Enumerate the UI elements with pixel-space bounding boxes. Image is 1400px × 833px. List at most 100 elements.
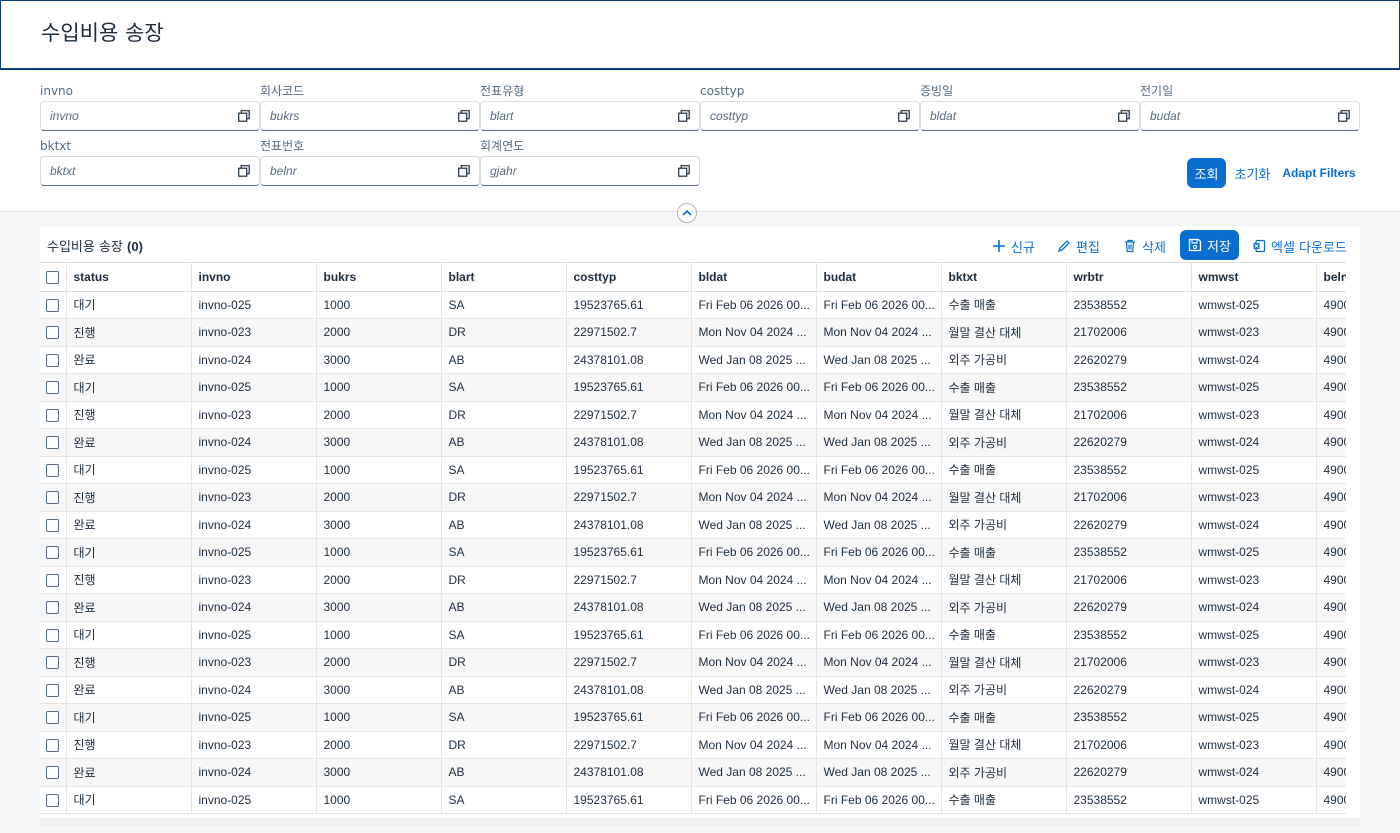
bktxt-input[interactable] <box>41 157 231 185</box>
reset-button[interactable]: 초기화 <box>1230 158 1275 188</box>
edit-button[interactable]: 편집 <box>1057 232 1100 260</box>
cell-budat: Mon Nov 04 2024 ... <box>816 401 942 429</box>
table-row[interactable]: 완료 invno-024 3000 AB 24378101.08 Wed Jan 08 2… <box>40 346 1346 374</box>
bukrs-input[interactable] <box>261 102 451 130</box>
row-checkbox[interactable] <box>46 298 60 312</box>
cell-blart: DR <box>441 566 567 594</box>
column-header-bukrs[interactable]: bukrs <box>316 263 442 292</box>
invno-input[interactable] <box>41 102 231 130</box>
row-select-cell <box>40 401 67 429</box>
adapt-filters-button[interactable]: Adapt Filters <box>1280 158 1358 188</box>
horizontal-scrollbar[interactable] <box>40 818 1360 826</box>
excel-download-button[interactable]: 엑셀 다운로드 <box>1252 232 1347 260</box>
table-row[interactable]: 완료 invno-024 3000 AB 24378101.08 Wed Jan 08 2… <box>40 428 1346 457</box>
column-header-blart[interactable]: blart <box>441 263 567 292</box>
column-header-bktxt[interactable]: bktxt <box>941 263 1067 292</box>
column-header-invno[interactable]: invno <box>191 263 317 292</box>
table-row[interactable]: 대기 invno-025 1000 SA 19523765.61 Fri Feb 06 2… <box>40 291 1346 319</box>
cell-beln: 4900 <box>1316 511 1346 539</box>
value-help-icon[interactable] <box>238 110 250 122</box>
table-row[interactable]: 대기 invno-025 1000 SA 19523765.61 Fri Feb 06 2… <box>40 703 1346 732</box>
row-checkbox[interactable] <box>46 793 60 807</box>
row-checkbox[interactable] <box>46 628 60 642</box>
row-checkbox[interactable] <box>46 738 60 752</box>
column-header-beln[interactable]: beln <box>1316 263 1346 292</box>
cell-budat: Fri Feb 06 2026 00... <box>816 538 942 567</box>
row-checkbox[interactable] <box>46 601 60 615</box>
row-checkbox[interactable] <box>46 491 60 505</box>
row-checkbox[interactable] <box>46 436 60 450</box>
costtyp-input[interactable] <box>701 102 891 130</box>
row-checkbox[interactable] <box>46 766 60 780</box>
filter-belnr: 전표번호 <box>260 137 480 186</box>
column-header-budat[interactable]: budat <box>816 263 942 292</box>
cell-bktxt: 외주 가공비 <box>941 758 1067 787</box>
table-row[interactable]: 대기 invno-025 1000 SA 19523765.61 Fri Feb 06 2… <box>40 456 1346 484</box>
row-checkbox[interactable] <box>46 518 60 532</box>
new-button[interactable]: 신규 <box>992 232 1035 260</box>
cell-blart: SA <box>441 621 567 649</box>
value-help-icon[interactable] <box>458 165 470 177</box>
table-row[interactable]: 완료 invno-024 3000 AB 24378101.08 Wed Jan 08 2… <box>40 676 1346 704</box>
cell-costtyp: 19523765.61 <box>566 373 692 402</box>
row-checkbox[interactable] <box>46 408 60 422</box>
row-checkbox[interactable] <box>46 683 60 697</box>
save-button[interactable]: 저장 <box>1180 230 1239 260</box>
value-help-icon[interactable] <box>1338 110 1350 122</box>
value-help-icon[interactable] <box>1118 110 1130 122</box>
cell-wmwst: wmwst-025 <box>1191 373 1317 402</box>
cell-beln: 4900 <box>1316 758 1346 787</box>
table-row[interactable]: 완료 invno-024 3000 AB 24378101.08 Wed Jan 08 2… <box>40 758 1346 787</box>
select-all-checkbox[interactable] <box>46 270 60 284</box>
table-row[interactable]: 완료 invno-024 3000 AB 24378101.08 Wed Jan 08 2… <box>40 593 1346 622</box>
column-header-wmwst[interactable]: wmwst <box>1191 263 1317 292</box>
cell-beln: 4900 <box>1316 621 1346 649</box>
belnr-input[interactable] <box>261 157 451 185</box>
row-checkbox[interactable] <box>46 381 60 395</box>
delete-button[interactable]: 삭제 <box>1123 232 1166 260</box>
table-row[interactable]: 대기 invno-025 1000 SA 19523765.61 Fri Feb 06 2… <box>40 786 1346 814</box>
column-header-status[interactable]: status <box>66 263 192 292</box>
cell-blart: AB <box>441 758 567 787</box>
row-checkbox[interactable] <box>46 326 60 340</box>
gjahr-input[interactable] <box>481 157 671 185</box>
column-header-wrbtr[interactable]: wrbtr <box>1066 263 1192 292</box>
row-checkbox[interactable] <box>46 463 60 477</box>
column-header-costtyp[interactable]: costtyp <box>566 263 692 292</box>
table-row[interactable]: 진행 invno-023 2000 DR 22971502.7 Mon Nov 04 20… <box>40 566 1346 594</box>
row-checkbox[interactable] <box>46 546 60 560</box>
collapse-filter-button[interactable] <box>677 203 697 223</box>
cell-bldat: Mon Nov 04 2024 ... <box>691 318 817 347</box>
row-select-cell <box>40 703 67 732</box>
table-row[interactable]: 진행 invno-023 2000 DR 22971502.7 Mon Nov 04 20… <box>40 731 1346 759</box>
table-row[interactable]: 완료 invno-024 3000 AB 24378101.08 Wed Jan 08 2… <box>40 511 1346 539</box>
row-checkbox[interactable] <box>46 711 60 725</box>
table-row[interactable]: 진행 invno-023 2000 DR 22971502.7 Mon Nov 04 20… <box>40 483 1346 512</box>
value-help-icon[interactable] <box>238 165 250 177</box>
value-help-icon[interactable] <box>898 110 910 122</box>
cell-invno: invno-023 <box>191 483 317 512</box>
cell-invno: invno-025 <box>191 703 317 732</box>
go-button[interactable]: 조회 <box>1187 158 1226 188</box>
value-help-icon[interactable] <box>458 110 470 122</box>
table-row[interactable]: 대기 invno-025 1000 SA 19523765.61 Fri Feb 06 2… <box>40 373 1346 402</box>
vertical-scrollbar[interactable] <box>1346 262 1360 818</box>
cell-bktxt: 수출 매출 <box>941 456 1067 484</box>
value-help-icon[interactable] <box>678 110 690 122</box>
column-header-bldat[interactable]: bldat <box>691 263 817 292</box>
table-row[interactable]: 진행 invno-023 2000 DR 22971502.7 Mon Nov 04 20… <box>40 648 1346 677</box>
row-checkbox[interactable] <box>46 573 60 587</box>
cell-wrbtr: 22620279 <box>1066 676 1192 704</box>
cell-beln: 4900 <box>1316 538 1346 567</box>
table-row[interactable]: 진행 invno-023 2000 DR 22971502.7 Mon Nov 04 20… <box>40 318 1346 347</box>
budat-input[interactable] <box>1141 102 1331 130</box>
value-help-icon[interactable] <box>678 165 690 177</box>
table-row[interactable]: 진행 invno-023 2000 DR 22971502.7 Mon Nov 04 20… <box>40 401 1346 429</box>
bldat-input[interactable] <box>921 102 1111 130</box>
blart-input[interactable] <box>481 102 671 130</box>
row-checkbox[interactable] <box>46 656 60 670</box>
table-row[interactable]: 대기 invno-025 1000 SA 19523765.61 Fri Feb 06 2… <box>40 621 1346 649</box>
row-checkbox[interactable] <box>46 353 60 367</box>
table-row[interactable]: 대기 invno-025 1000 SA 19523765.61 Fri Feb 06 2… <box>40 538 1346 567</box>
cell-beln: 4900 <box>1316 373 1346 402</box>
